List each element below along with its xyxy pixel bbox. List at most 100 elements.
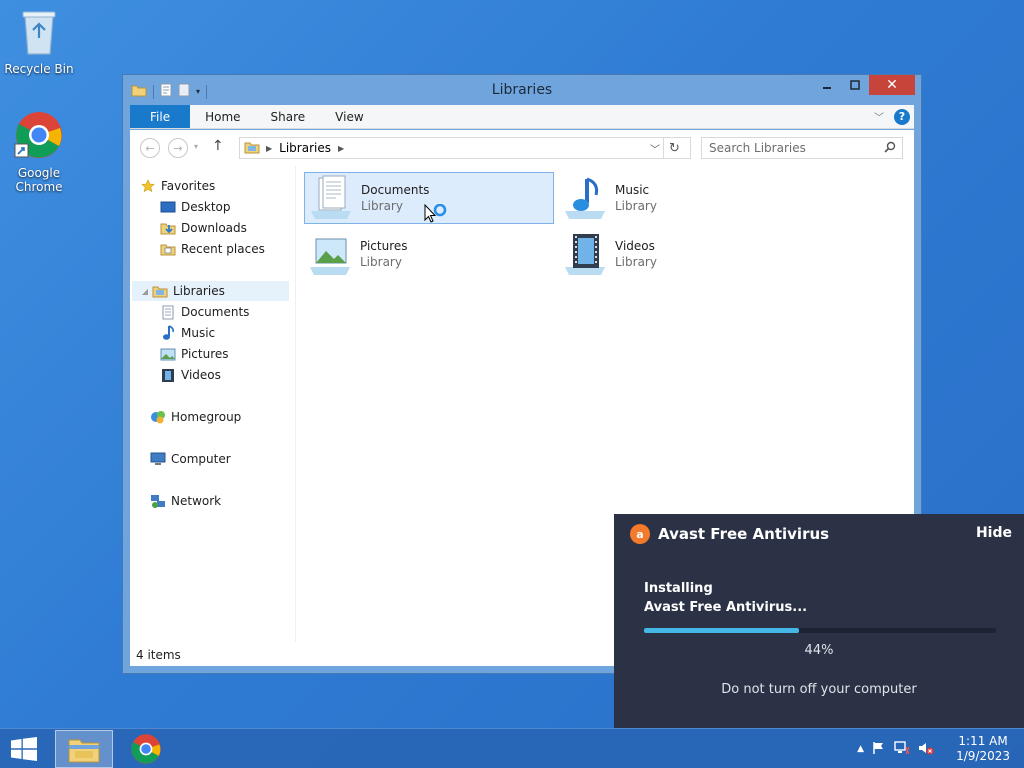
recent-places-icon [160,241,176,257]
documents-library-icon [305,174,357,222]
refresh-button[interactable]: ↻ [663,138,685,158]
nav-computer[interactable]: Computer [150,449,231,469]
forward-button[interactable]: → [168,138,188,158]
videos-library-icon [559,230,611,278]
nav-homegroup-label: Homegroup [171,410,242,424]
taskbar: ▲ 1:11 AM 1/9/2023 [0,728,1024,768]
chrome-icon [1,110,77,163]
up-button[interactable]: ↑ [212,138,224,154]
search-icon [884,141,896,156]
nav-videos[interactable]: Videos [160,365,221,385]
show-hidden-icons-icon[interactable]: ▲ [857,744,864,754]
windows-logo-icon [11,737,37,761]
navigation-pane: Favorites Desktop Downloads Recent place… [130,166,296,642]
tile-music-type: Library [615,199,657,213]
nav-libraries-label: Libraries [173,284,225,298]
libraries-icon [244,140,260,157]
nav-recent-places[interactable]: Recent places [160,239,265,259]
nav-computer-label: Computer [171,452,231,466]
start-button[interactable] [10,737,38,764]
address-bar[interactable]: ▶ Libraries ▶ ﹀ [239,137,691,159]
tab-file[interactable]: File [130,105,191,128]
tile-videos-name: Videos [615,239,655,253]
avast-logo-icon: a [630,524,650,544]
install-progress-bar [644,628,996,633]
clock-date: 1/9/2023 [956,749,1010,763]
tile-pictures-type: Library [360,255,402,269]
chrome-icon [131,734,161,764]
libraries-icon [152,283,168,299]
desktop-icon-recycle-bin[interactable]: Recycle Bin [1,8,77,76]
clock-time: 1:11 AM [958,734,1008,748]
tile-pictures-name: Pictures [360,239,408,253]
chrome-label: Google Chrome [15,166,63,194]
avast-install-popup: a Avast Free Antivirus Hide Installing A… [614,514,1024,728]
downloads-icon [160,220,176,236]
nav-recent-places-label: Recent places [181,242,265,256]
taskbar-file-explorer[interactable] [55,730,113,768]
status-item-count: 4 items [136,648,181,662]
nav-documents-label: Documents [181,305,250,319]
maximize-button[interactable] [841,75,869,95]
nav-videos-label: Videos [181,368,221,382]
title-bar[interactable]: ▾ Libraries ✕ [123,75,921,105]
system-tray: ▲ 1:11 AM 1/9/2023 [853,729,1024,768]
ribbon-tabs: File Home Share View ﹀ ? [130,105,914,129]
tab-home[interactable]: Home [190,105,255,128]
nav-documents[interactable]: Documents [160,302,249,322]
minimize-button[interactable] [813,75,841,95]
nav-downloads[interactable]: Downloads [160,218,247,238]
nav-favorites-label: Favorites [161,179,216,193]
music-icon [160,325,176,341]
nav-homegroup[interactable]: Homegroup [150,407,241,427]
install-status-line1: Installing [644,581,713,596]
nav-favorites[interactable]: Favorites [140,176,215,196]
action-center-flag-icon[interactable] [872,741,886,758]
music-library-icon [559,174,611,222]
nav-network[interactable]: Network [150,491,221,511]
address-dropdown-icon[interactable]: ﹀ [650,141,660,156]
nav-pictures[interactable]: Pictures [160,344,229,364]
back-button[interactable]: ← [140,138,160,158]
nav-desktop[interactable]: Desktop [160,197,231,217]
tile-music-name: Music [615,183,650,197]
window-title: Libraries [491,82,553,98]
install-progress-percent: 44% [804,643,834,658]
install-progress-fill [644,628,799,633]
breadcrumb-libraries[interactable]: Libraries [279,141,331,155]
network-icon [150,493,166,509]
network-status-icon[interactable] [894,740,910,758]
install-status-line2: Avast Free Antivirus... [644,600,808,615]
taskbar-clock[interactable]: 1:11 AM 1/9/2023 [938,734,1024,764]
nav-music-label: Music [181,326,216,340]
taskbar-chrome[interactable] [117,730,175,768]
nav-desktop-label: Desktop [181,200,231,214]
volume-muted-icon[interactable] [918,741,934,758]
help-icon[interactable]: ? [894,108,910,125]
desktop-icon [160,199,176,215]
tile-videos[interactable]: Videos Library [559,228,809,280]
nav-libraries[interactable]: ◢ Libraries [132,281,289,301]
search-input[interactable]: Search Libraries [701,137,903,159]
recent-locations-chevron-icon[interactable]: ▾ [194,142,198,151]
expand-ribbon-icon[interactable]: ﹀ [874,109,884,124]
hide-button[interactable]: Hide [976,525,1012,541]
videos-icon [160,367,176,383]
recycle-bin-icon [1,8,77,59]
tile-music[interactable]: Music Library [559,172,809,224]
pictures-library-icon [304,230,356,278]
desktop-icon-google-chrome[interactable]: Google Chrome [1,110,77,194]
computer-icon [150,451,166,467]
close-button[interactable]: ✕ [869,75,915,95]
breadcrumb-separator-icon: ▶ [266,143,273,153]
pictures-icon [160,346,176,362]
collapse-arrow-icon[interactable]: ◢ [140,287,150,296]
tile-pictures[interactable]: Pictures Library [304,228,554,280]
star-icon [140,178,156,194]
avast-title: Avast Free Antivirus [658,525,830,543]
tab-view[interactable]: View [320,105,378,128]
documents-icon [160,304,176,320]
tab-share[interactable]: Share [256,105,321,128]
nav-music[interactable]: Music [160,323,215,343]
breadcrumb-separator-icon: ▶ [337,143,345,153]
